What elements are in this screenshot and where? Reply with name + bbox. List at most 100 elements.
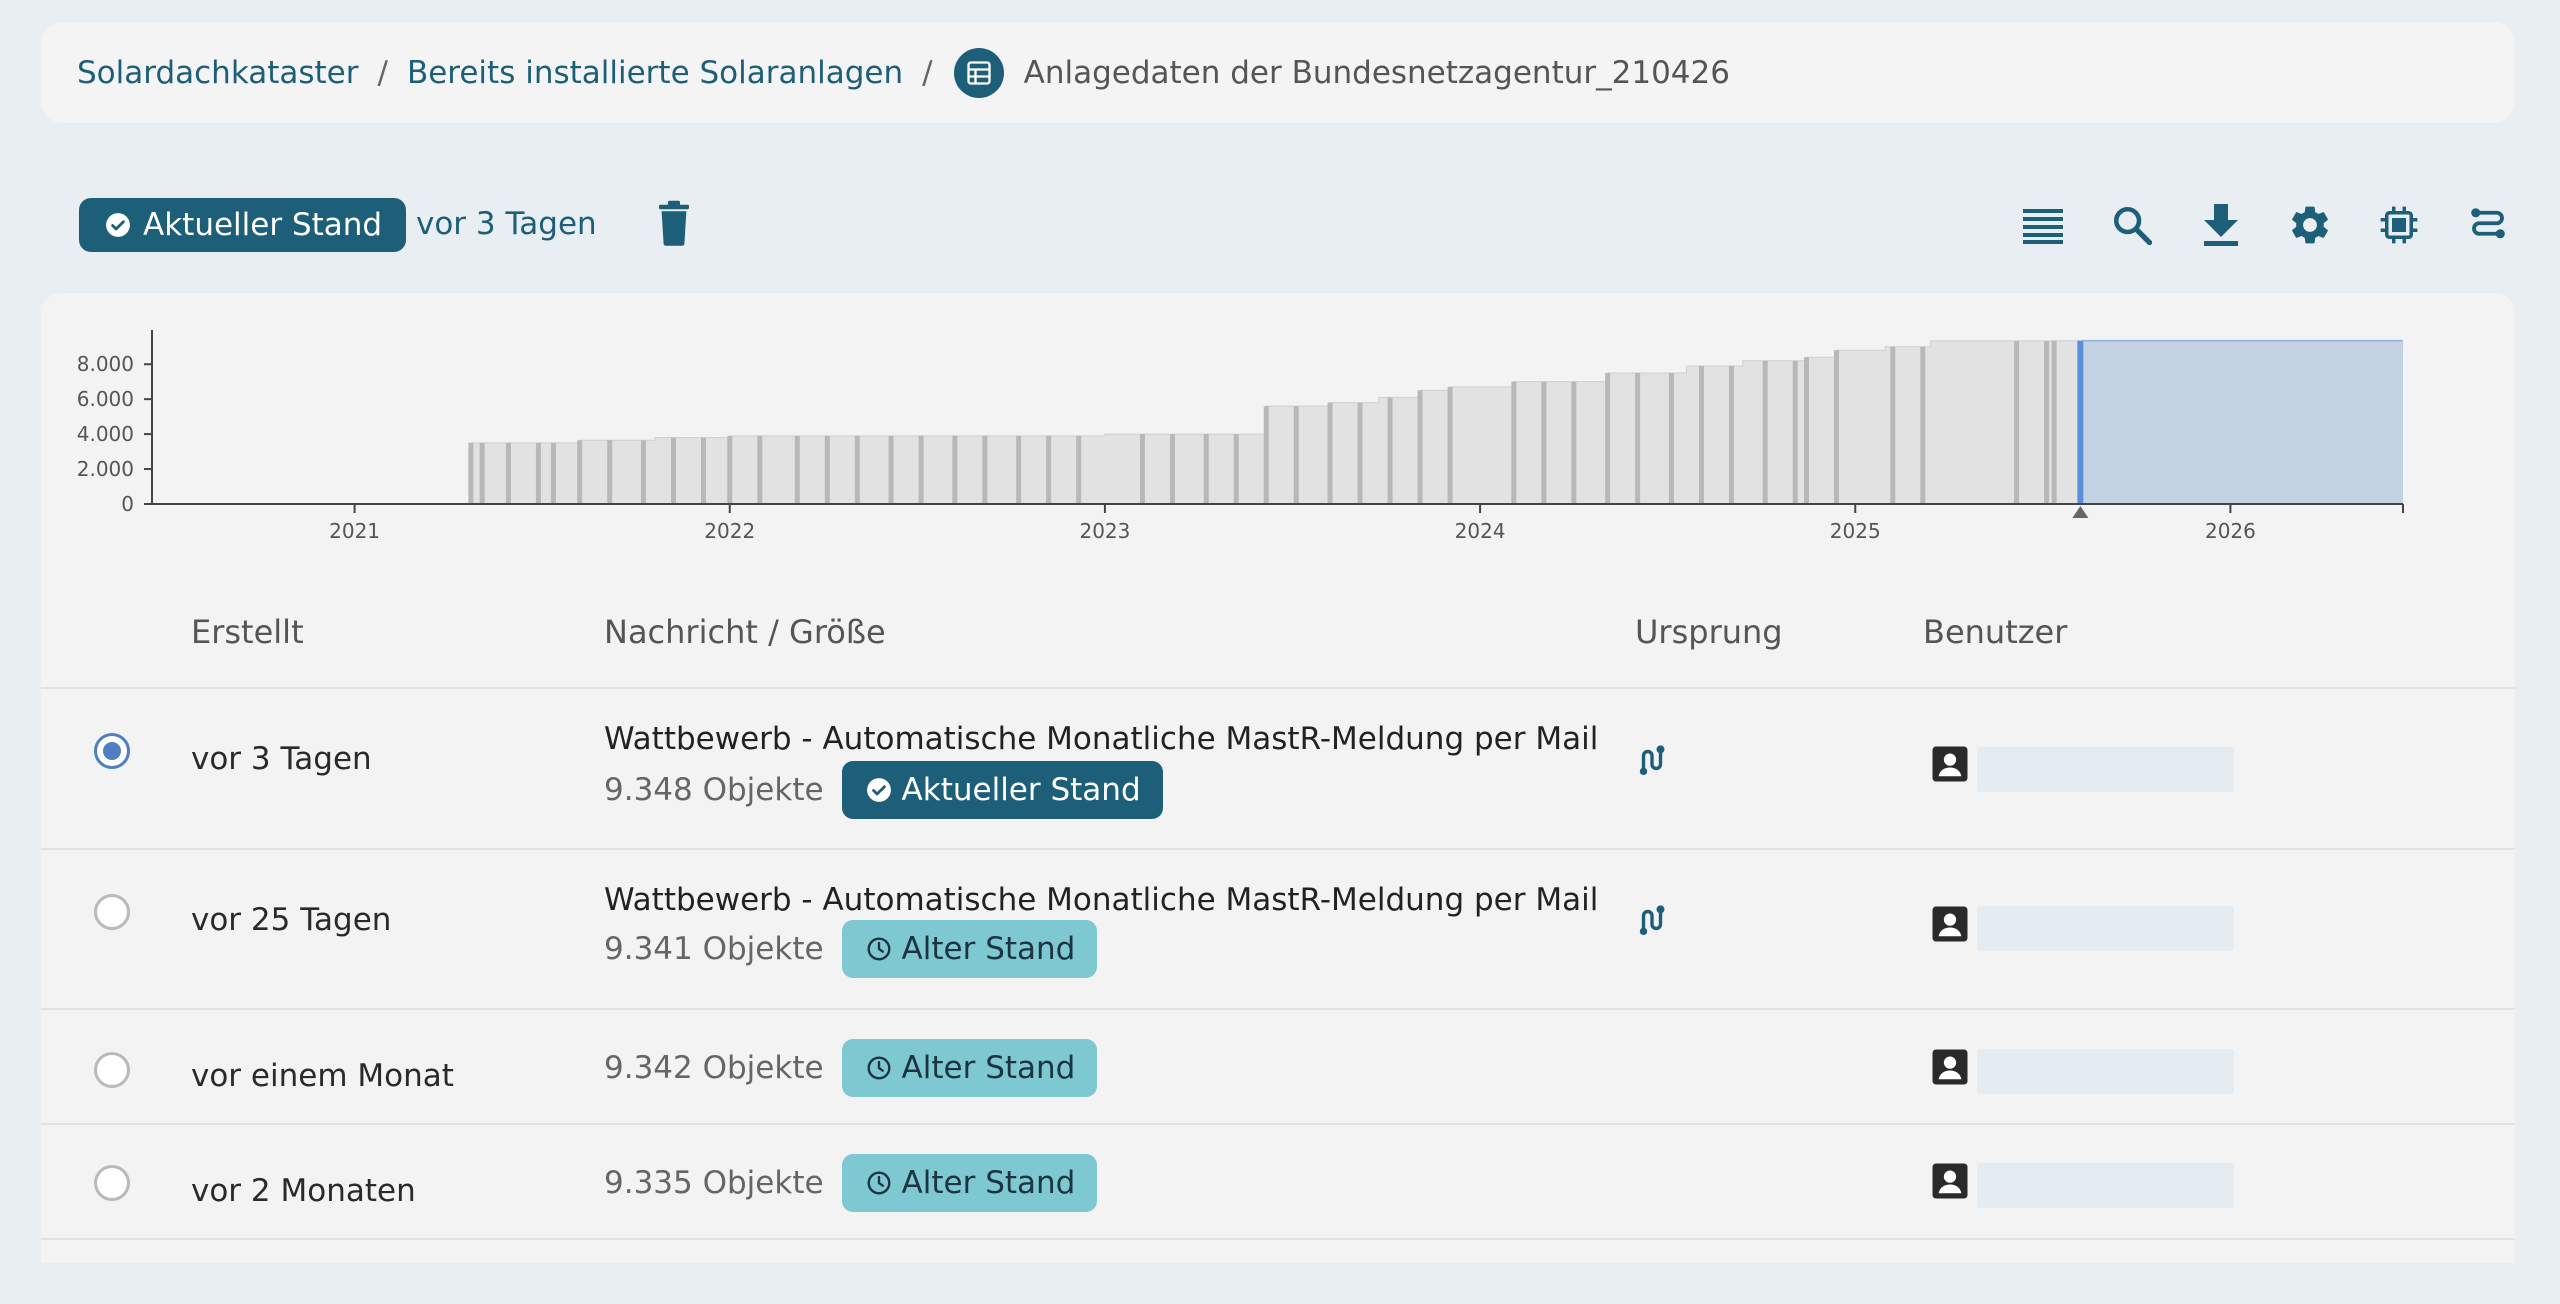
version-marker [670,437,676,504]
row-created: vor 25 Tagen [191,902,392,938]
current-state-label: Aktueller Stand [143,207,383,243]
version-marker [794,435,800,504]
version-marker [577,440,583,504]
breadcrumb-solardachkataster[interactable]: Solardachkataster [77,55,359,91]
check-circle-icon [866,777,892,803]
version-marker [1233,434,1239,504]
user-name-placeholder [1977,1163,2234,1208]
x-tick-label: 2025 [1830,519,1881,543]
row-created: vor 3 Tagen [191,741,372,777]
user-icon [1929,1160,1971,1206]
version-marker [607,440,613,504]
column-header-created: Erstellt [191,613,304,651]
clock-icon [866,936,892,962]
version-marker [1076,435,1082,504]
y-tick-label: 4.000 [77,422,134,446]
x-tick-label: 2024 [1455,519,1506,543]
version-marker [1169,434,1175,504]
route-icon[interactable] [2464,196,2512,254]
current-state-tag[interactable]: Aktueller Stand [841,761,1163,819]
version-marker [1293,406,1299,504]
version-marker [1635,372,1641,504]
table-row[interactable]: vor 3 Tagen Wattbewerb - Automatische Mo… [41,689,2515,850]
version-marker [1139,434,1145,504]
current-position-pointer [2072,506,2089,518]
version-marker [2014,340,2020,504]
version-marker [1728,365,1734,504]
column-header-user: Benutzer [1923,613,2068,651]
download-icon[interactable] [2197,196,2245,254]
check-circle-icon [105,212,131,238]
table-row[interactable]: vor 25 Tagen Wattbewerb - Automatische M… [41,850,2515,1010]
version-marker [1698,365,1704,504]
row-size-line: 9.335 Objekte Alter Stand [604,1154,1098,1212]
user-icon [1929,903,1971,949]
version-marker [1327,402,1333,504]
row-select-radio[interactable] [94,1165,130,1201]
chip-icon[interactable] [2375,196,2423,254]
gear-icon[interactable] [2286,196,2334,254]
row-created: vor einem Monat [191,1058,454,1094]
future-region [2080,340,2403,504]
old-state-tag[interactable]: Alter Stand [841,1039,1098,1097]
version-marker [1792,360,1798,504]
row-size: 9.341 Objekte [604,931,824,967]
row-select-radio[interactable] [94,894,130,930]
version-marker [1803,357,1809,504]
route-icon [1635,903,1669,941]
user-name-placeholder [1977,747,2234,792]
user-icon [1929,1046,1971,1092]
breadcrumb-separator: / [377,54,388,91]
table-row[interactable]: vor einem Monat 9.342 Objekte Alter Stan… [41,1010,2515,1125]
y-tick-label: 8.000 [77,352,134,376]
table-icon [953,47,1004,98]
breadcrumb-separator: / [922,54,933,91]
version-marker [1541,381,1547,504]
version-marker [1447,386,1453,504]
current-state-button[interactable]: Aktueller Stand [79,198,407,252]
column-header-origin: Ursprung [1635,613,1783,651]
version-marker [1762,360,1768,504]
version-marker [1920,346,1926,504]
version-marker [1833,350,1839,504]
trash-icon[interactable] [657,200,691,250]
toolbar-actions [1978,196,2512,254]
breadcrumb-installierte-solaranlagen[interactable]: Bereits installierte Solaranlagen [407,55,903,91]
version-marker [1890,346,1896,504]
user-name-placeholder [1977,906,2234,951]
user-name-placeholder [1977,1049,2234,1094]
row-message: Wattbewerb - Automatische Monatliche Mas… [604,882,1599,918]
row-size-line: 9.341 Objekte Alter Stand [604,920,1098,978]
version-timeline-chart[interactable]: 0 2.000 4.000 6.000 8.000 2021 2022 2023 2024 202… [41,293,2515,563]
tag-label: Alter Stand [901,931,1076,967]
x-tick-label: 2022 [704,519,755,543]
row-select-radio[interactable] [94,1052,130,1088]
x-tick-label: 2026 [2205,519,2256,543]
version-marker [854,435,860,504]
version-marker [757,435,763,504]
row-size: 9.348 Objekte [604,772,824,808]
old-state-tag[interactable]: Alter Stand [841,920,1098,978]
version-marker [1571,381,1577,504]
breadcrumb: Solardachkataster / Bereits installierte… [41,22,2515,123]
table-header: Erstellt Nachricht / Größe Ursprung Benu… [41,613,2515,689]
row-select-radio[interactable] [94,733,130,769]
version-marker [2044,340,2050,504]
version-marker [727,435,733,504]
version-age: vor 3 Tagen [416,206,597,242]
version-marker [824,435,830,504]
version-marker [550,442,556,504]
row-created: vor 2 Monaten [191,1173,416,1209]
version-marker [2051,340,2057,504]
page-title: Anlagedaten der Bundesnetzagentur_210426 [1023,54,1730,91]
search-icon[interactable] [2108,196,2156,254]
version-marker [1668,372,1674,504]
table-row[interactable]: vor 2 Monaten 9.335 Objekte Alter Stand [41,1125,2515,1240]
tag-label: Alter Stand [901,1165,1076,1201]
y-tick-label: 6.000 [77,387,134,411]
clock-icon [866,1170,892,1196]
old-state-tag[interactable]: Alter Stand [841,1154,1098,1212]
version-marker [468,442,474,504]
tag-label: Alter Stand [901,1050,1076,1086]
list-icon[interactable] [2019,196,2067,254]
